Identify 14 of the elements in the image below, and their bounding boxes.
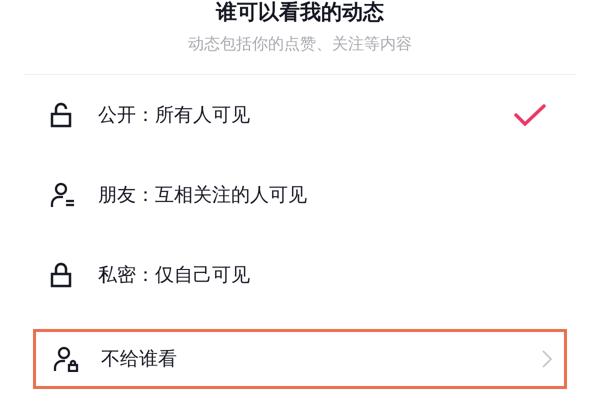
option-label: 朋友：互相关注的人可见 xyxy=(98,182,308,208)
unlocked-padlock-icon xyxy=(50,102,72,128)
privacy-option[interactable]: 不给谁看 xyxy=(33,329,567,389)
dialog-title: 谁可以看我的动态 xyxy=(216,0,384,24)
chevron-right-icon xyxy=(542,350,552,368)
privacy-option[interactable]: 朋友：互相关注的人可见 xyxy=(36,155,564,235)
person-lock-icon xyxy=(53,346,79,372)
option-label: 公开：所有人可见 xyxy=(98,102,251,128)
privacy-option[interactable]: 公开：所有人可见 xyxy=(36,75,564,155)
dialog-subtitle: 动态包括你的点赞、关注等内容 xyxy=(188,33,412,55)
option-label: 私密：仅自己可见 xyxy=(98,262,251,288)
padlock-icon xyxy=(50,262,72,288)
privacy-option[interactable]: 私密：仅自己可见 xyxy=(36,235,564,315)
option-label: 不给谁看 xyxy=(101,346,178,372)
